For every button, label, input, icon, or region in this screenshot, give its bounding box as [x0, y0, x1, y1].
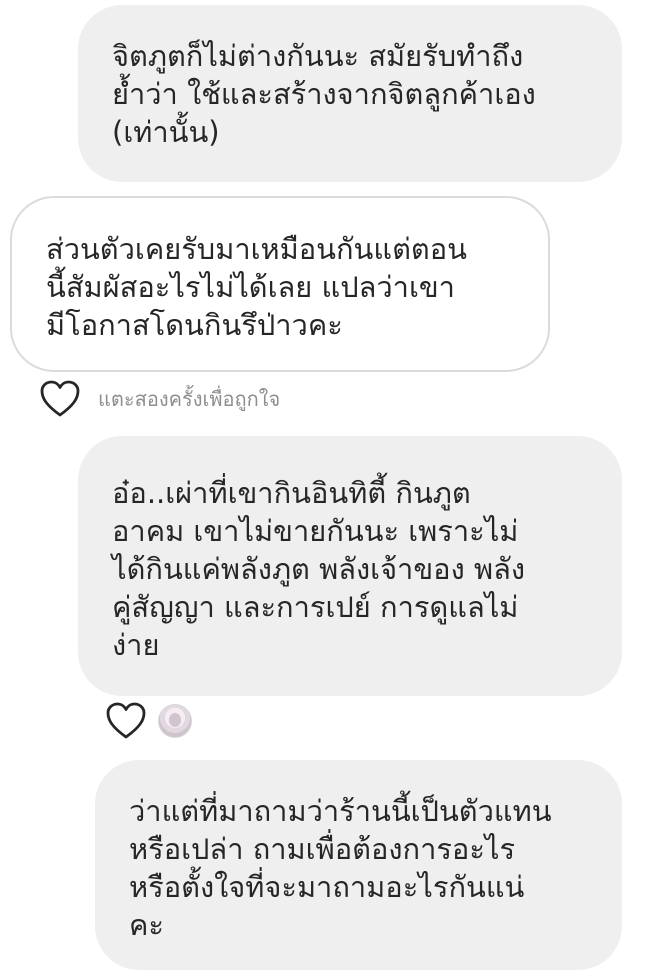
like-row: แตะสองครั้งเพื่อถูกใจ [40, 380, 280, 418]
heart-outline-icon[interactable] [40, 380, 80, 418]
message-bubble-incoming[interactable]: อ๋อ..เผ่าที่เขากินอินทิตี้ กินภูต อาคม เ… [78, 436, 622, 696]
like-row [106, 702, 192, 740]
message-bubble-incoming[interactable]: ว่าแต่ที่มาถามว่าร้านนี้เป็นตัวแทน หรือเ… [95, 760, 622, 970]
message-bubble-outgoing[interactable]: ส่วนตัวเคยรับมาเหมือนกันแต่ตอน นี้สัมผัส… [10, 196, 550, 372]
reactor-avatar[interactable] [158, 704, 192, 738]
message-bubble-incoming[interactable]: จิตภูตก็ไม่ต่างกันนะ สมัยรับทำถึง ย้ำว่า… [78, 5, 622, 182]
heart-outline-icon[interactable] [106, 702, 146, 740]
double-tap-to-like-hint: แตะสองครั้งเพื่อถูกใจ [98, 387, 281, 411]
